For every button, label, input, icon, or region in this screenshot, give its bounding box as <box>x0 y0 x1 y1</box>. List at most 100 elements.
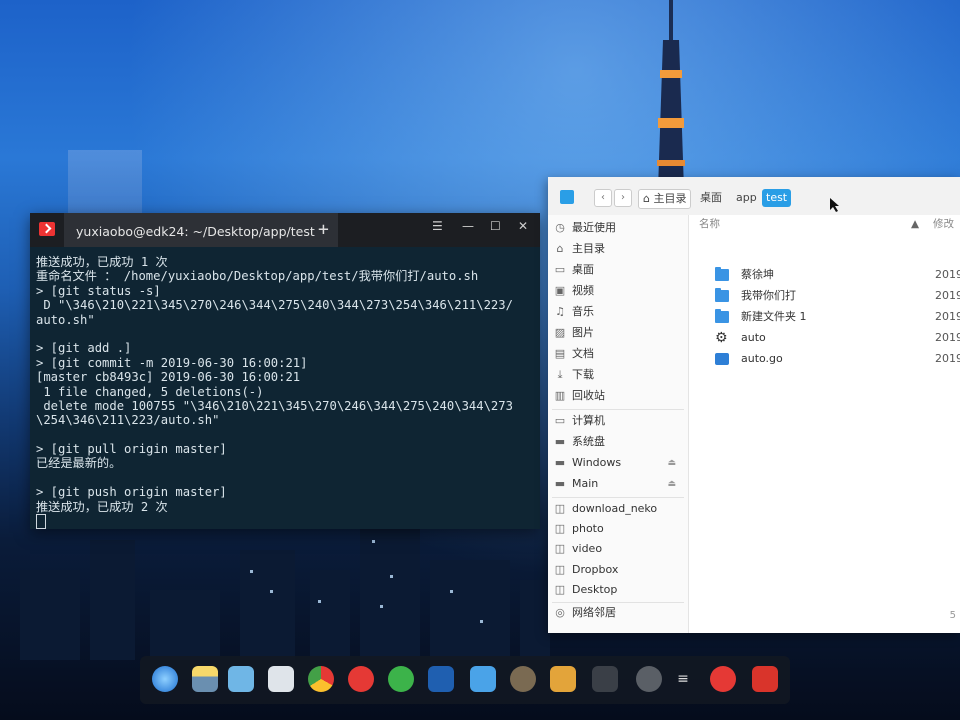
multitask-icon[interactable] <box>228 666 254 692</box>
file-manager-toolbar[interactable]: ‹ › ⌂ 主目录 桌面 app test <box>548 177 960 215</box>
sidebar-item-bookmark[interactable]: ◫ photo <box>554 519 682 539</box>
sidebar-item-bookmark[interactable]: ◫ Desktop <box>554 580 682 600</box>
sidebar-item-trash[interactable]: ▥ 回收站 <box>554 386 682 406</box>
sidebar-item-bookmark[interactable]: ◫ video <box>554 539 682 559</box>
terminal-line: > [git commit -m 2019-06-30 16:00:21] <box>36 355 308 370</box>
dock: ≡ <box>140 656 790 704</box>
breadcrumb-app[interactable]: app <box>732 189 761 207</box>
terminal-icon[interactable] <box>592 666 618 692</box>
file-name: 我带你们打 <box>741 289 796 302</box>
music-icon: ♫ <box>555 305 565 318</box>
wechat-icon[interactable] <box>388 666 414 692</box>
status-item-count: 5 <box>949 610 956 621</box>
vscode-icon[interactable] <box>428 666 454 692</box>
terminal-titlebar[interactable]: yuxiaobo@edk24: ~/Desktop/app/test + ☰ —… <box>30 213 540 247</box>
terminal-output[interactable]: 推送成功，已成功 1 次 重命名文件 ： /home/yuxiaobo/Desk… <box>30 247 540 529</box>
clock-icon: ◷ <box>555 221 565 234</box>
file-row[interactable]: 新建文件夹 1 2019 <box>689 307 960 327</box>
sidebar-item-system-disk[interactable]: ▬ 系统盘 <box>554 432 682 452</box>
terminal-line: [master cb8493c] 2019-06-30 16:00:21 <box>36 370 301 385</box>
eject-icon[interactable]: ⏏ <box>667 474 676 494</box>
sidebar-item-downloads[interactable]: ⤓ 下载 <box>554 365 682 385</box>
sidebar-item-video[interactable]: ▣ 视频 <box>554 281 682 301</box>
terminal-line: delete mode 100755 "\346\210\221\345\270… <box>36 398 513 413</box>
terminal-line: > [git add .] <box>36 341 132 356</box>
column-header-name[interactable]: 名称 <box>699 215 720 233</box>
mouse-cursor <box>830 198 839 212</box>
sidebar-item-pictures[interactable]: ▨ 图片 <box>554 323 682 343</box>
netease-music-icon[interactable] <box>348 666 374 692</box>
breadcrumb-test[interactable]: test <box>762 189 792 207</box>
sticky-note-icon[interactable] <box>470 666 496 692</box>
terminal-line: > [git pull origin master] <box>36 442 227 457</box>
file-name: auto.go <box>741 352 783 365</box>
sidebar-divider <box>552 409 684 410</box>
terminal-prompt[interactable] <box>36 514 534 529</box>
close-icon[interactable]: ✕ <box>518 219 528 233</box>
bookmark-icon: ◫ <box>554 522 566 535</box>
network-icon: ◎ <box>555 606 565 619</box>
bookmark-icon: ◫ <box>554 542 566 555</box>
file-manager-icon[interactable] <box>192 666 218 692</box>
file-manager-window[interactable]: ‹ › ⌂ 主目录 桌面 app test ◷ 最近使用 ⌂ 主目录 ▭ 桌面 ▣ 视频… <box>548 177 960 633</box>
trash-icon: ▥ <box>554 389 566 402</box>
forward-button[interactable]: › <box>614 189 632 207</box>
menu-icon[interactable]: ☰ <box>432 219 443 233</box>
column-header-modified[interactable]: 修改 <box>933 215 954 233</box>
folder-icon <box>715 309 729 323</box>
gimp-icon[interactable] <box>510 666 536 692</box>
breadcrumb-home[interactable]: ⌂ 主目录 <box>638 189 692 209</box>
sidebar-item-documents[interactable]: ▤ 文档 <box>554 344 682 364</box>
file-name: 蔡徐坤 <box>741 268 774 281</box>
menu-icon[interactable]: ≡ <box>670 666 696 692</box>
sidebar-item-main[interactable]: ▬ Main ⏏ <box>554 474 682 494</box>
chrome-icon[interactable] <box>308 666 334 692</box>
sidebar-item-music[interactable]: ♫ 音乐 <box>554 302 682 322</box>
sort-arrow-icon[interactable]: ▲ <box>911 215 919 233</box>
sidebar-item-computer[interactable]: ▭ 计算机 <box>554 411 682 431</box>
breadcrumb-desktop[interactable]: 桌面 <box>696 189 726 207</box>
home-icon: ⌂ <box>643 192 650 205</box>
terminal-line: \254\346\211\223/auto.sh" <box>36 413 220 428</box>
launcher-icon[interactable] <box>152 666 178 692</box>
file-date: 2019 <box>935 352 960 365</box>
file-row[interactable]: 蔡徐坤 2019 <box>689 265 960 285</box>
sidebar-item-desktop[interactable]: ▭ 桌面 <box>554 260 682 280</box>
terminal-line: D "\346\210\221\345\270\246\344\275\240\… <box>36 298 513 313</box>
sidebar-item-bookmark[interactable]: ◫ Dropbox <box>554 560 682 580</box>
back-button[interactable]: ‹ <box>594 189 612 207</box>
vscode-file-icon <box>715 353 729 365</box>
power-icon[interactable] <box>710 666 736 692</box>
bookmark-icon: ◫ <box>554 563 566 576</box>
terminal-line: > [git push origin master] <box>36 485 227 500</box>
sidebar-item-home[interactable]: ⌂ 主目录 <box>554 239 682 259</box>
file-list[interactable]: 名称 ▲ 修改 蔡徐坤 2019 我带你们打 2019 新建文件夹 1 2019… <box>689 215 960 633</box>
file-row[interactable]: 我带你们打 2019 <box>689 286 960 306</box>
new-tab-button[interactable]: + <box>318 219 329 240</box>
sublime-icon[interactable] <box>550 666 576 692</box>
arrow-icon[interactable] <box>636 666 662 692</box>
terminal-line: 1 file changed, 5 deletions(-) <box>36 384 264 399</box>
disk-icon: ▬ <box>554 435 566 448</box>
app-store-icon[interactable] <box>268 666 294 692</box>
trash-icon[interactable] <box>752 666 778 692</box>
sidebar-item-windows[interactable]: ▬ Windows ⏏ <box>554 453 682 473</box>
sidebar-item-network[interactable]: ◎ 网络邻居 <box>554 603 682 623</box>
terminal-line: 重命名文件 ： /home/yuxiaobo/Desktop/app/test/… <box>36 269 479 284</box>
document-icon: ▤ <box>554 347 566 360</box>
eject-icon[interactable]: ⏏ <box>667 453 676 473</box>
bookmark-icon: ◫ <box>554 583 566 596</box>
computer-icon: ▭ <box>554 414 566 427</box>
file-name: auto <box>741 331 766 344</box>
file-row[interactable]: ⚙ auto 2019 <box>689 328 960 348</box>
terminal-tab[interactable]: yuxiaobo@edk24: ~/Desktop/app/test <box>64 213 338 247</box>
sidebar-item-bookmark[interactable]: ◫ download_neko <box>554 499 682 519</box>
folder-icon <box>715 267 729 281</box>
minimize-icon[interactable]: — <box>462 219 474 233</box>
maximize-icon[interactable]: ☐ <box>490 219 501 233</box>
terminal-window[interactable]: yuxiaobo@edk24: ~/Desktop/app/test + ☰ —… <box>30 213 540 529</box>
sidebar-item-recent[interactable]: ◷ 最近使用 <box>554 218 682 238</box>
file-manager-app-icon <box>560 190 574 204</box>
file-row[interactable]: auto.go 2019 <box>689 349 960 369</box>
